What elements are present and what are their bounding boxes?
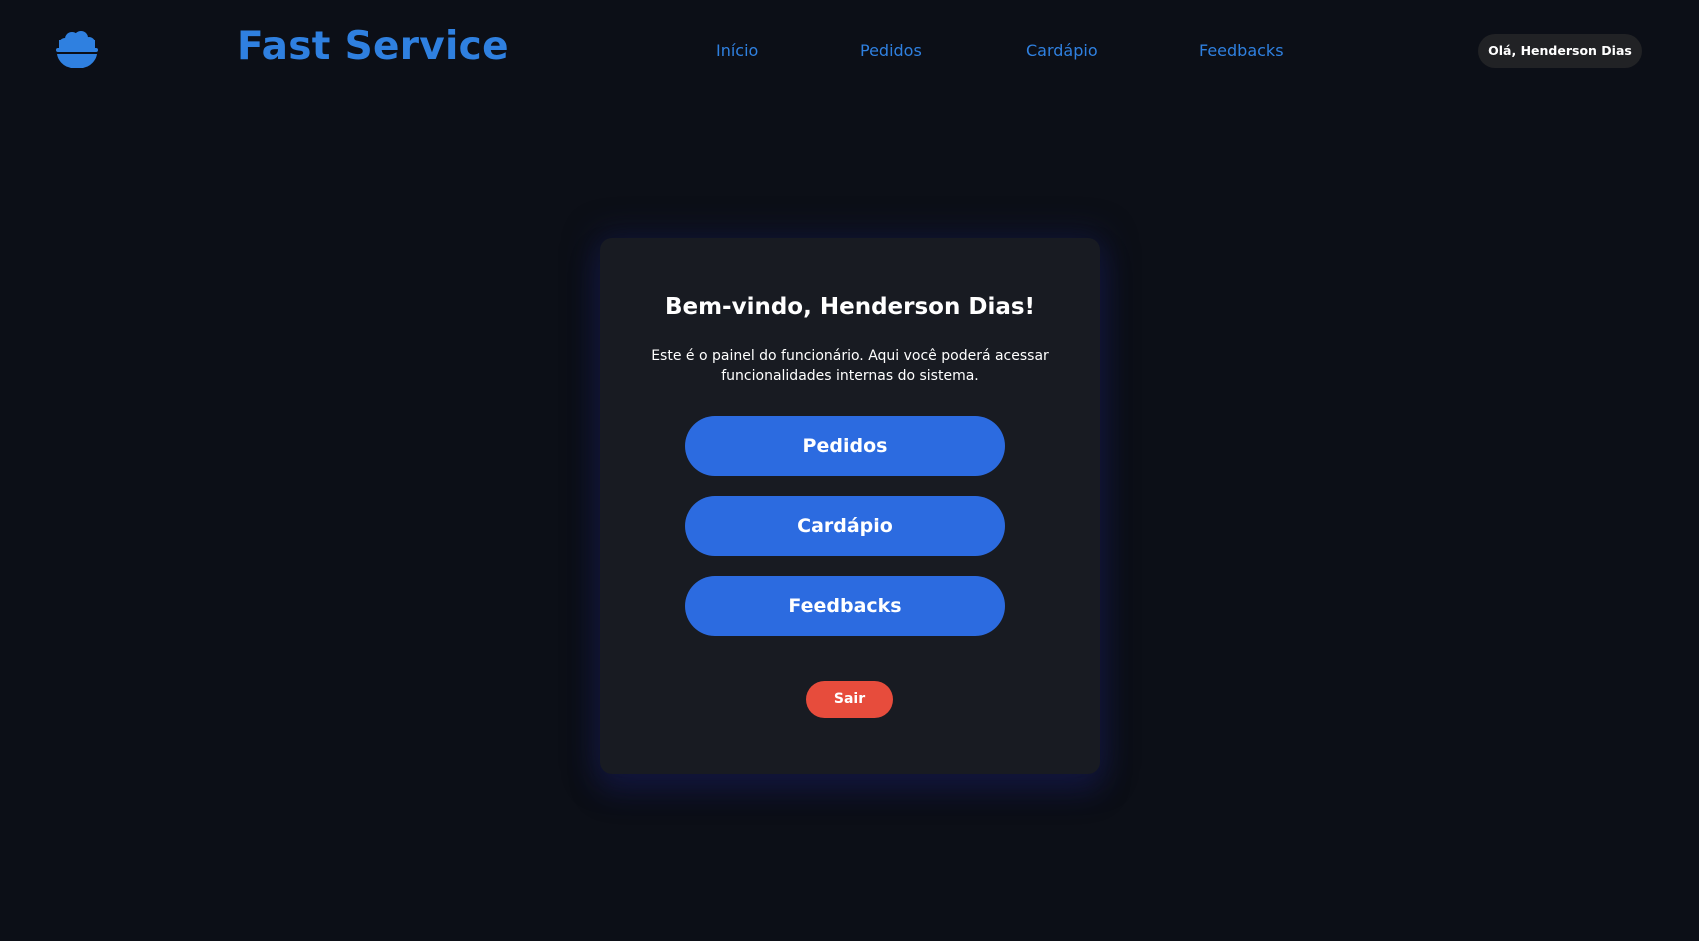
welcome-heading: Bem-vindo, Henderson Dias!: [664, 294, 1036, 320]
nav-link-pedidos[interactable]: Pedidos: [860, 41, 922, 60]
top-navbar: Fast Service Início Pedidos Cardápio Fee…: [0, 0, 1699, 100]
nav-link-inicio[interactable]: Início: [716, 41, 758, 60]
pedidos-button[interactable]: Pedidos: [685, 416, 1005, 476]
panel-description: Este é o painel do funcionário. Aqui voc…: [651, 348, 1049, 384]
rice-bowl-icon[interactable]: [54, 30, 100, 70]
brand-title[interactable]: Fast Service: [237, 24, 509, 69]
user-greeting-badge[interactable]: Olá, Henderson Dias: [1478, 34, 1642, 68]
employee-panel-card: Bem-vindo, Henderson Dias! Este é o pain…: [600, 238, 1100, 774]
logout-button[interactable]: Sair: [806, 681, 893, 718]
feedbacks-button[interactable]: Feedbacks: [685, 576, 1005, 636]
nav-link-feedbacks[interactable]: Feedbacks: [1199, 41, 1284, 60]
cardapio-button[interactable]: Cardápio: [685, 496, 1005, 556]
nav-link-cardapio[interactable]: Cardápio: [1026, 41, 1098, 60]
